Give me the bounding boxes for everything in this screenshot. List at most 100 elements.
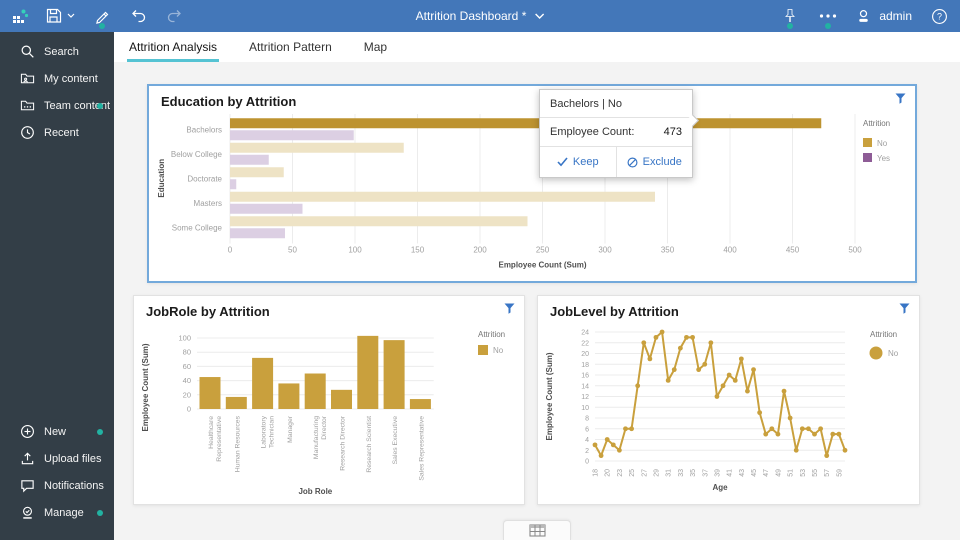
- svg-text:31: 31: [666, 469, 673, 477]
- sidebar-item-label: Search: [44, 46, 79, 58]
- pin-icon: [783, 8, 797, 24]
- edit-active-dot: [99, 23, 105, 29]
- datapoint-tooltip: Bachelors | No Employee Count: 473 Keep …: [539, 89, 693, 178]
- svg-text:Yes: Yes: [877, 154, 890, 163]
- svg-text:45: 45: [751, 469, 758, 477]
- sidebar-item-manage[interactable]: Manage: [0, 499, 114, 526]
- chevron-down-icon: [534, 13, 544, 19]
- svg-text:16: 16: [581, 373, 589, 380]
- svg-text:Below College: Below College: [171, 150, 223, 159]
- svg-text:25: 25: [629, 469, 636, 477]
- svg-text:23: 23: [617, 469, 624, 477]
- svg-text:350: 350: [661, 246, 675, 255]
- svg-text:300: 300: [598, 246, 612, 255]
- filter-icon[interactable]: [895, 93, 906, 104]
- team-content-icon: [20, 98, 35, 113]
- check-icon: [557, 157, 568, 167]
- upload-icon: [20, 451, 35, 466]
- my-content-icon: [20, 71, 35, 86]
- tab-map[interactable]: Map: [362, 32, 389, 62]
- team-content-badge-dot: [97, 103, 103, 109]
- exclude-label: Exclude: [643, 156, 682, 168]
- svg-text:100: 100: [348, 246, 362, 255]
- svg-text:250: 250: [536, 246, 550, 255]
- help-icon: ?: [931, 8, 948, 25]
- save-button[interactable]: [45, 2, 77, 30]
- edit-pencil-button[interactable]: [91, 2, 113, 30]
- svg-text:53: 53: [800, 469, 807, 477]
- svg-text:37: 37: [702, 469, 709, 477]
- svg-text:10: 10: [581, 405, 589, 412]
- svg-text:Attrition: Attrition: [863, 119, 890, 128]
- user-menu[interactable]: admin: [855, 8, 912, 25]
- tab-attrition-pattern[interactable]: Attrition Pattern: [247, 32, 334, 62]
- widget-tray-handle[interactable]: [503, 520, 571, 540]
- top-app-bar: Attrition Dashboard * admin: [0, 0, 960, 32]
- svg-text:80: 80: [183, 348, 191, 357]
- svg-text:Attrition: Attrition: [870, 330, 897, 339]
- sidebar-item-recent[interactable]: Recent: [0, 119, 114, 146]
- app-logo-icon[interactable]: [9, 2, 31, 30]
- exclude-icon: [627, 157, 638, 168]
- svg-text:59: 59: [836, 469, 843, 477]
- svg-text:Manager: Manager: [287, 415, 294, 443]
- svg-text:400: 400: [723, 246, 737, 255]
- dashboard-title: Attrition Dashboard *: [416, 9, 527, 23]
- exclude-button[interactable]: Exclude: [616, 147, 693, 177]
- dashboard-tab-bar: Attrition Analysis Attrition Pattern Map: [114, 32, 960, 62]
- left-sidebar: Search My content Team content Recent: [0, 32, 114, 540]
- jobrole-chart-title: JobRole by Attrition: [146, 304, 270, 319]
- filter-icon[interactable]: [504, 303, 515, 314]
- sidebar-item-team-content[interactable]: Team content: [0, 92, 114, 119]
- tab-label: Attrition Analysis: [129, 40, 217, 54]
- svg-text:57: 57: [824, 469, 831, 477]
- svg-text:Bachelors: Bachelors: [186, 125, 222, 134]
- keep-button[interactable]: Keep: [540, 147, 616, 177]
- svg-text:Education: Education: [157, 159, 166, 198]
- svg-text:60: 60: [183, 362, 191, 371]
- sidebar-item-upload-files[interactable]: Upload files: [0, 445, 114, 472]
- joblevel-chart[interactable]: 0246810121416182022241820232527293133353…: [538, 322, 917, 506]
- undo-button[interactable]: [127, 2, 149, 30]
- svg-text:40: 40: [183, 376, 191, 385]
- filter-icon[interactable]: [899, 303, 910, 314]
- svg-text:8: 8: [585, 416, 589, 423]
- dashboard-canvas: Education by Attrition 05010015020025030…: [114, 62, 960, 540]
- more-options-button[interactable]: [817, 2, 839, 30]
- tooltip-header: Bachelors | No: [540, 90, 692, 118]
- sidebar-item-label: Notifications: [44, 480, 104, 492]
- svg-text:No: No: [493, 346, 504, 355]
- jobrole-chart[interactable]: 020406080100HealthcareRepresentativeHuma…: [134, 322, 524, 506]
- svg-text:12: 12: [581, 394, 589, 401]
- sidebar-item-new[interactable]: New: [0, 418, 114, 445]
- sidebar-item-search[interactable]: Search: [0, 38, 114, 65]
- tab-label: Map: [364, 40, 387, 54]
- tooltip-metric-value: 473: [664, 126, 682, 138]
- table-icon: [529, 524, 546, 537]
- svg-text:Human Resources: Human Resources: [234, 415, 241, 472]
- svg-text:Masters: Masters: [194, 199, 222, 208]
- user-name-label: admin: [879, 9, 912, 23]
- pencil-icon: [94, 8, 110, 24]
- svg-text:LaboratoryTechnician: LaboratoryTechnician: [261, 415, 276, 448]
- svg-text:35: 35: [690, 469, 697, 477]
- user-avatar-icon: [855, 8, 872, 25]
- keep-label: Keep: [573, 156, 599, 168]
- svg-text:?: ?: [937, 11, 942, 21]
- svg-text:450: 450: [786, 246, 800, 255]
- pin-button[interactable]: [779, 2, 801, 30]
- sidebar-item-label: Manage: [44, 507, 84, 519]
- tooltip-metric-label: Employee Count:: [550, 126, 634, 138]
- dashboard-title-menu[interactable]: Attrition Dashboard *: [416, 0, 545, 32]
- svg-text:Employee Count (Sum): Employee Count (Sum): [498, 261, 586, 270]
- education-chart[interactable]: 050100150200250300350400450500BachelorsB…: [149, 112, 915, 281]
- svg-text:4: 4: [585, 437, 589, 444]
- help-button[interactable]: ?: [928, 2, 950, 30]
- sidebar-item-notifications[interactable]: Notifications: [0, 472, 114, 499]
- joblevel-chart-title: JobLevel by Attrition: [550, 304, 679, 319]
- manage-badge-dot: [97, 510, 103, 516]
- notifications-icon: [20, 478, 35, 493]
- tab-attrition-analysis[interactable]: Attrition Analysis: [127, 32, 219, 62]
- redo-button[interactable]: [163, 2, 185, 30]
- sidebar-item-my-content[interactable]: My content: [0, 65, 114, 92]
